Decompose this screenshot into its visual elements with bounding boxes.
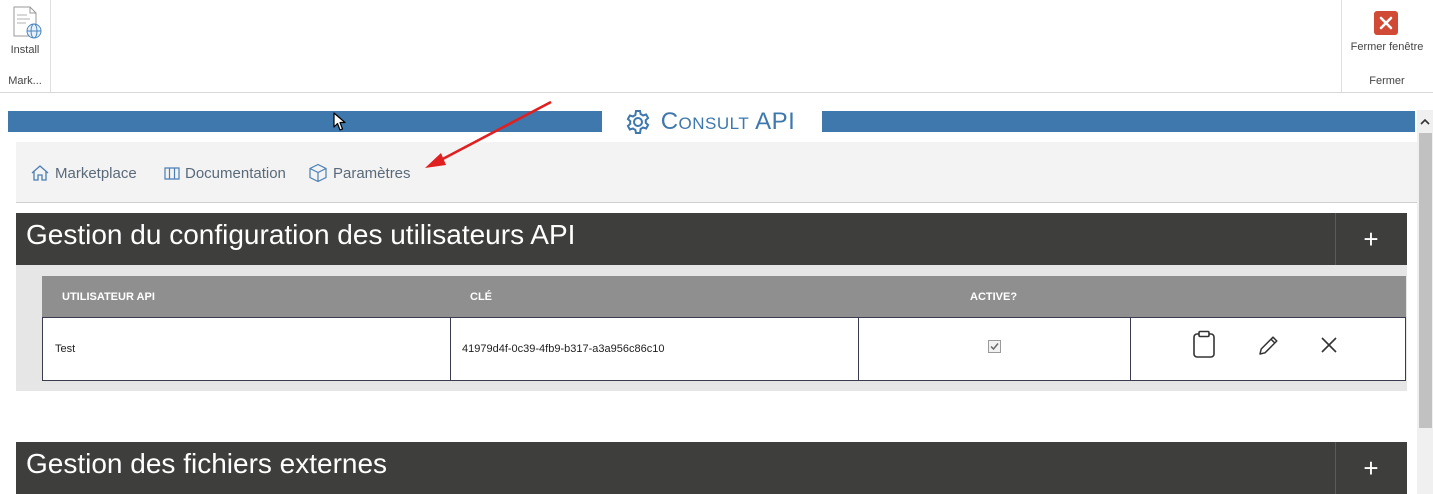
title-band-right	[822, 111, 1415, 132]
close-window-button[interactable]: Fermer fenêtre	[1343, 8, 1431, 58]
install-icon	[12, 6, 44, 45]
page-title-text: Consult API	[660, 108, 796, 135]
nav-item-marketplace[interactable]: Marketplace	[30, 162, 137, 184]
cell-key: 41979d4f-0c39-4fb9-b317-a3a956c86c10	[462, 343, 665, 355]
mouse-cursor-icon	[333, 112, 347, 137]
install-label: Install	[10, 44, 40, 56]
nav-item-parametres[interactable]: Paramètres	[308, 162, 411, 184]
column-header-user: UTILISATEUR API	[62, 291, 155, 303]
active-checkbox[interactable]	[988, 340, 1001, 358]
scroll-up-arrow-icon[interactable]	[1417, 110, 1433, 132]
close-window-label: Fermer fenêtre	[1350, 41, 1424, 53]
add-external-file-button[interactable]: +	[1335, 442, 1406, 494]
nav-label-parametres: Paramètres	[333, 164, 411, 182]
section-title-api-users: Gestion du configuration des utilisateur…	[26, 219, 576, 250]
delete-button[interactable]	[1311, 327, 1347, 363]
install-button[interactable]: Install	[4, 4, 46, 58]
column-divider	[450, 318, 451, 380]
ribbon	[0, 0, 1433, 93]
column-divider	[1130, 318, 1131, 380]
book-icon	[164, 166, 180, 180]
ribbon-group-label-right: Fermer	[1369, 75, 1405, 87]
nav-label-marketplace: Marketplace	[55, 164, 137, 182]
cube-icon	[308, 163, 328, 183]
column-header-active: ACTIVE?	[970, 291, 1018, 303]
page-title: Consult API	[600, 104, 820, 140]
section-title-external-files: Gestion des fichiers externes	[26, 448, 388, 479]
add-api-user-button[interactable]: +	[1335, 213, 1406, 265]
clipboard-icon	[1192, 330, 1216, 358]
close-window-icon	[1374, 11, 1398, 35]
pencil-icon	[1256, 334, 1280, 358]
edit-button[interactable]	[1250, 328, 1286, 364]
home-icon	[30, 164, 50, 182]
table-header	[42, 276, 1406, 318]
column-divider	[858, 318, 859, 380]
close-icon	[1320, 336, 1338, 354]
copy-key-button[interactable]	[1186, 326, 1222, 362]
nav-item-documentation[interactable]: Documentation	[164, 162, 286, 184]
nav-label-documentation: Documentation	[185, 164, 286, 182]
column-header-key: CLÉ	[470, 291, 492, 303]
gear-icon	[625, 109, 651, 135]
scrollbar-thumb[interactable]	[1419, 133, 1432, 428]
cell-user: Test	[55, 343, 76, 355]
annotation-arrow-icon	[415, 98, 560, 178]
ribbon-group-label-left: Mark...	[8, 75, 42, 87]
